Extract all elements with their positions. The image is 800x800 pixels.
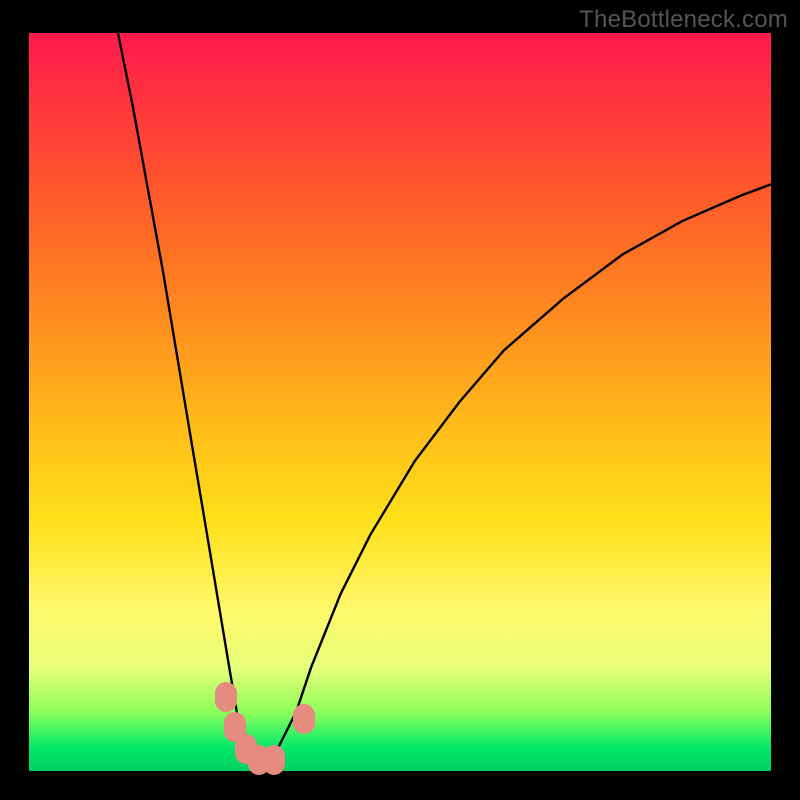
marker-dot (293, 704, 315, 734)
watermark-text: TheBottleneck.com (579, 6, 788, 34)
marker-dot (215, 682, 237, 712)
marker-dot (263, 745, 285, 775)
plot-area (29, 33, 771, 771)
chart-frame: TheBottleneck.com (0, 0, 800, 800)
